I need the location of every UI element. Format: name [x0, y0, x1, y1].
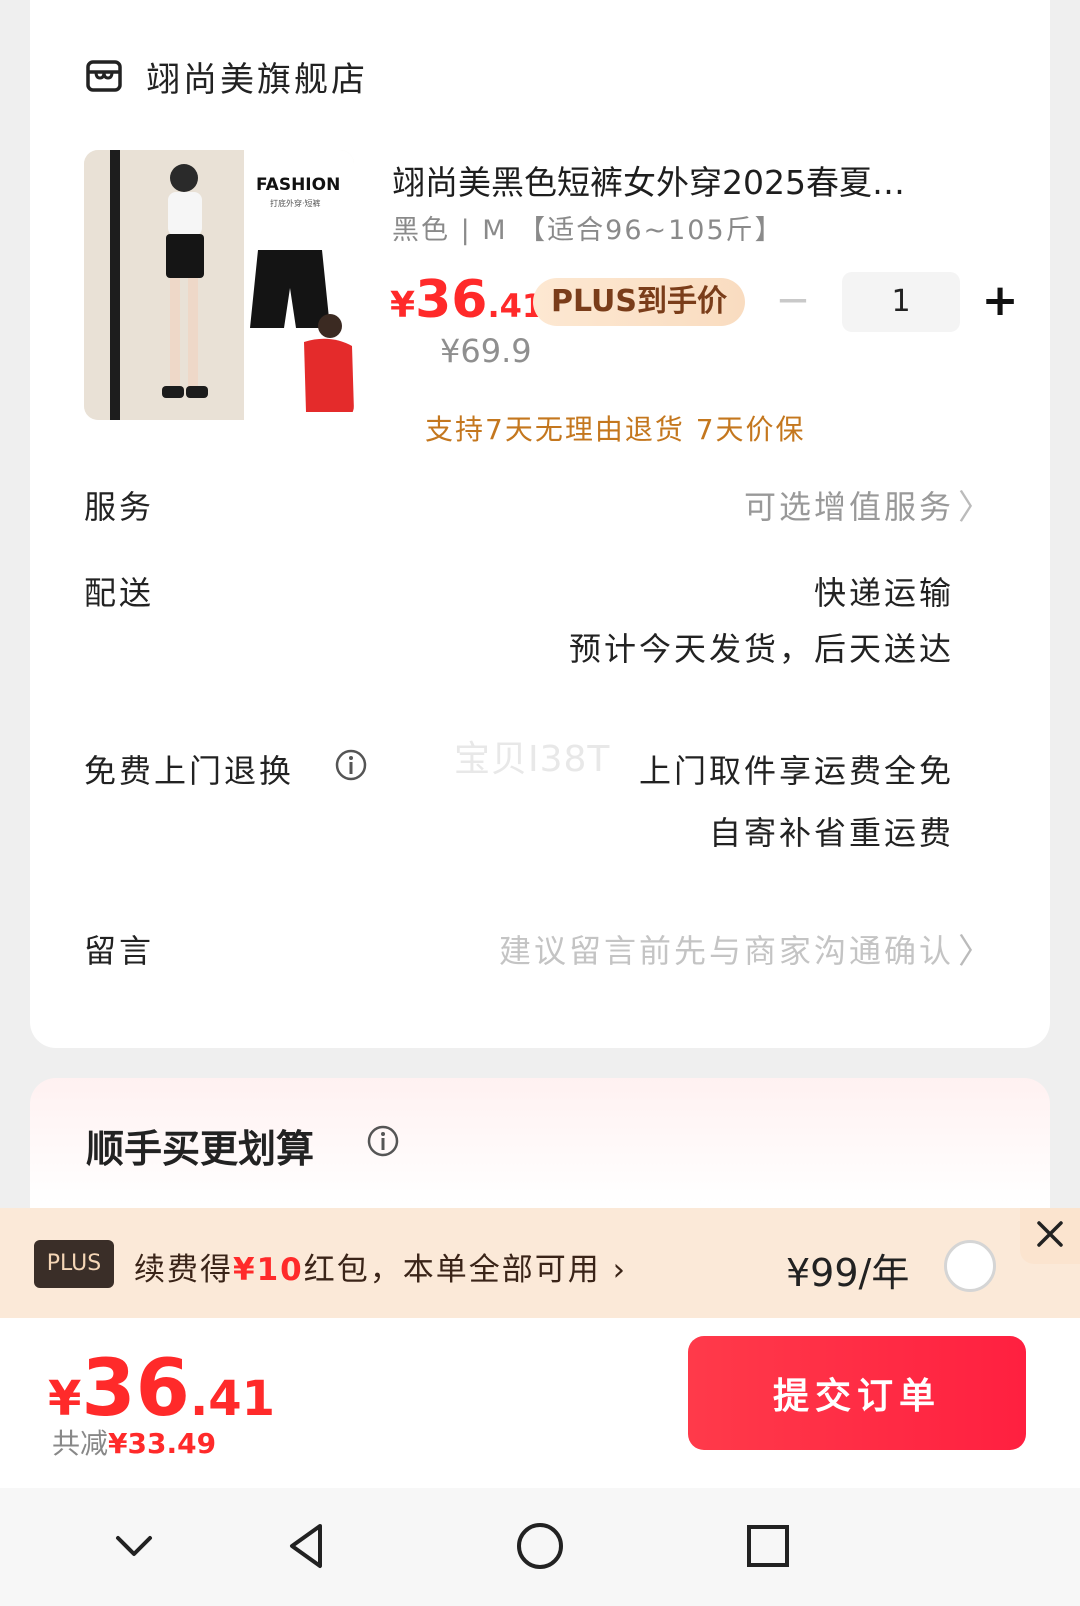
total-decimal: .41 — [189, 1371, 275, 1427]
delivery-estimate: 预计今天发货，后天送达 — [568, 630, 954, 668]
saving-prefix: 共减 — [52, 1427, 109, 1460]
plus-yearly-price: ¥99/年 — [786, 1251, 910, 1295]
price-integer: 36 — [415, 270, 488, 330]
plus-offer-text[interactable]: 续费得¥10红包，本单全部可用 › — [134, 1244, 627, 1289]
original-price: ¥69.9 — [440, 332, 532, 370]
total-price: ¥ 36 .41 — [48, 1344, 275, 1434]
home-icon[interactable] — [508, 1514, 572, 1578]
store-name: 翊尚美旗舰店 — [146, 59, 368, 100]
delivery-label: 配送 — [84, 574, 155, 612]
plus-close-button[interactable] — [1020, 1208, 1080, 1264]
price-symbol: ¥ — [390, 285, 416, 326]
service-label: 服务 — [84, 488, 155, 526]
delivery-method: 快递运输 — [813, 574, 954, 612]
plus-offer-suffix: 红包，本单全部可用 › — [303, 1252, 627, 1288]
image-fashion-text: FASHION — [256, 175, 340, 195]
product-image[interactable]: FASHION 打底外穿·短裤 — [84, 150, 354, 420]
back-icon[interactable] — [276, 1514, 340, 1578]
plus-offer-prefix: 续费得 — [134, 1252, 233, 1288]
service-chevron-icon[interactable]: 〉 — [958, 480, 992, 529]
guarantee-text: 支持7天无理由退货 7天价保 — [425, 413, 806, 446]
message-input[interactable]: 建议留言前先与商家沟通确认 — [499, 926, 954, 972]
message-chevron-icon[interactable]: 〉 — [958, 924, 992, 973]
checkout-footer: ¥ 36 .41 共减¥33.49 提交订单 — [0, 1318, 1080, 1488]
quantity-increase-button[interactable]: + — [976, 278, 1024, 326]
order-card: 翊尚美旗舰店 FASHION 打底外穿·短裤 翊尚美黑色短裤女外穿2025春夏…… — [30, 0, 1050, 1048]
store-icon — [86, 60, 122, 92]
image-sub-text: 打底外穿·短裤 — [270, 198, 321, 208]
quantity-decrease-button[interactable]: − — [768, 279, 818, 322]
close-icon — [1037, 1221, 1063, 1247]
free-return-label: 免费上门退换 — [84, 752, 295, 790]
free-return-value: 上门取件享运费全免 — [638, 752, 954, 790]
chevron-down-icon[interactable] — [102, 1514, 166, 1578]
plus-tag: PLUS — [34, 1240, 114, 1288]
product-spec[interactable]: 黑色 | M 【适合96~105斤】 — [392, 208, 784, 247]
system-nav-bar — [0, 1488, 1080, 1606]
plus-select-radio[interactable] — [944, 1240, 996, 1292]
store-row[interactable]: 翊尚美旗舰店 — [84, 52, 368, 100]
total-saving: 共减¥33.49 — [52, 1422, 216, 1462]
product-title[interactable]: 翊尚美黑色短裤女外穿2025春夏… — [392, 156, 1022, 204]
total-integer: 36 — [81, 1344, 190, 1434]
quantity-input[interactable]: 1 — [842, 272, 960, 332]
watermark: 宝贝I38T — [454, 739, 611, 780]
info-icon[interactable] — [334, 748, 368, 782]
self-send-value: 自寄补省重运费 — [708, 814, 954, 852]
product-price: ¥ 36 .41 — [390, 270, 544, 330]
saving-value: ¥33.49 — [108, 1427, 217, 1460]
addon-info-icon[interactable] — [366, 1124, 400, 1158]
recent-apps-icon[interactable] — [736, 1514, 800, 1578]
plus-membership-bar[interactable]: PLUS 续费得¥10红包，本单全部可用 › ¥99/年 — [0, 1208, 1080, 1318]
service-value[interactable]: 可选增值服务 — [744, 482, 954, 528]
total-symbol: ¥ — [48, 1371, 82, 1427]
product-photo: FASHION 打底外穿·短裤 — [84, 150, 354, 420]
plus-offer-amount: ¥10 — [233, 1252, 304, 1288]
message-label: 留言 — [84, 932, 155, 970]
plus-price-badge: PLUS到手价 — [533, 278, 746, 326]
submit-order-button[interactable]: 提交订单 — [688, 1336, 1026, 1450]
addon-heading: 顺手买更划算 — [86, 1127, 315, 1171]
